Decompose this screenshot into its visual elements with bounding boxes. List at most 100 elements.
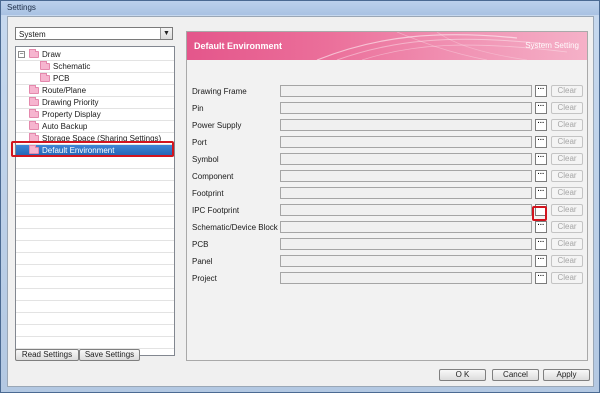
tree-item[interactable]: − Draw [16, 49, 174, 61]
setting-row: Panel ··· Clear [187, 253, 587, 270]
browse-highlight-frame [532, 206, 547, 221]
tree-empty-row [16, 229, 174, 241]
tree-empty-row [16, 337, 174, 349]
setting-path-field[interactable] [280, 85, 532, 97]
clear-button[interactable]: Clear [551, 85, 583, 97]
clear-button[interactable]: Clear [551, 221, 583, 233]
clear-button[interactable]: Clear [551, 255, 583, 267]
tree-item[interactable]: Auto Backup [16, 121, 174, 133]
tree-empty-row [16, 241, 174, 253]
clear-button[interactable]: Clear [551, 102, 583, 114]
setting-row: Port ··· Clear [187, 134, 587, 151]
setting-label: Project [192, 274, 217, 283]
folder-icon [29, 97, 39, 106]
folder-icon [29, 85, 39, 94]
apply-button[interactable]: Apply [543, 369, 590, 381]
browse-button[interactable]: ··· [535, 119, 547, 131]
setting-label: IPC Footprint [192, 206, 240, 215]
setting-path-field[interactable] [280, 238, 532, 250]
tree-item[interactable]: PCB [16, 73, 174, 85]
setting-row: Schematic/Device Block ··· Clear [187, 219, 587, 236]
dialog-client: System ▼ − Draw Schematic PCB Route/Plane Dra… [7, 16, 594, 387]
setting-row: Symbol ··· Clear [187, 151, 587, 168]
folder-icon [29, 109, 39, 118]
setting-path-field[interactable] [280, 102, 532, 114]
setting-path-field[interactable] [280, 119, 532, 131]
setting-row: Project ··· Clear [187, 270, 587, 287]
setting-path-field[interactable] [280, 153, 532, 165]
settings-window: Settings System ▼ − Draw Schematic PCB Route… [0, 0, 600, 393]
folder-icon [29, 121, 39, 130]
browse-button[interactable]: ··· [535, 238, 547, 250]
browse-button[interactable]: ··· [535, 221, 547, 233]
setting-path-field[interactable] [280, 136, 532, 148]
setting-row: PCB ··· Clear [187, 236, 587, 253]
tree-item[interactable]: Drawing Priority [16, 97, 174, 109]
folder-icon [40, 73, 50, 82]
tree-item[interactable]: Property Display [16, 109, 174, 121]
clear-button[interactable]: Clear [551, 272, 583, 284]
tree-empty-row [16, 289, 174, 301]
tree-empty-row [16, 193, 174, 205]
setting-row: Power Supply ··· Clear [187, 117, 587, 134]
setting-label: Symbol [192, 155, 219, 164]
tree-empty-row [16, 205, 174, 217]
tree-empty-row [16, 217, 174, 229]
setting-path-field[interactable] [280, 255, 532, 267]
tree-empty-row [16, 325, 174, 337]
clear-button[interactable]: Clear [551, 204, 583, 216]
clear-button[interactable]: Clear [551, 170, 583, 182]
save-settings-button[interactable]: Save Settings [79, 349, 140, 361]
browse-button[interactable]: ··· [535, 272, 547, 284]
setting-row: Footprint ··· Clear [187, 185, 587, 202]
setting-path-field[interactable] [280, 272, 532, 284]
browse-button[interactable]: ··· [535, 85, 547, 97]
window-title: Settings [1, 1, 599, 15]
browse-button[interactable]: ··· [535, 170, 547, 182]
folder-icon [40, 61, 50, 70]
folder-icon [29, 49, 39, 58]
tree-item-label: Schematic [53, 62, 91, 71]
category-select[interactable]: System ▼ [15, 27, 173, 40]
settings-tree: − Draw Schematic PCB Route/Plane Drawing Prio… [15, 46, 175, 356]
tree-item[interactable]: Route/Plane [16, 85, 174, 97]
tree-empty-row [16, 313, 174, 325]
panel-subtitle: System Setting [525, 41, 579, 50]
chevron-down-icon[interactable]: ▼ [160, 28, 172, 39]
tree-item-label: PCB [53, 74, 70, 83]
setting-label: Pin [192, 104, 204, 113]
cancel-button[interactable]: Cancel [492, 369, 539, 381]
browse-button[interactable]: ··· [535, 102, 547, 114]
read-settings-button[interactable]: Read Settings [15, 349, 79, 361]
clear-button[interactable]: Clear [551, 187, 583, 199]
setting-label: Drawing Frame [192, 87, 247, 96]
setting-row: Component ··· Clear [187, 168, 587, 185]
setting-label: Port [192, 138, 207, 147]
panel-title: Default Environment [194, 41, 283, 51]
ok-button[interactable]: O K [439, 369, 486, 381]
setting-path-field[interactable] [280, 221, 532, 233]
clear-button[interactable]: Clear [551, 238, 583, 250]
tree-empty-row [16, 253, 174, 265]
clear-button[interactable]: Clear [551, 153, 583, 165]
setting-label: Footprint [192, 189, 224, 198]
setting-label: Component [192, 172, 234, 181]
setting-path-field[interactable] [280, 204, 532, 216]
tree-item[interactable]: Schematic [16, 61, 174, 73]
clear-button[interactable]: Clear [551, 119, 583, 131]
tree-item-label: Route/Plane [42, 86, 87, 95]
clear-button[interactable]: Clear [551, 136, 583, 148]
tree-item-label: Property Display [42, 110, 101, 119]
setting-path-field[interactable] [280, 187, 532, 199]
browse-button[interactable]: ··· [535, 153, 547, 165]
setting-path-field[interactable] [280, 170, 532, 182]
panel-header: Default Environment System Setting [187, 32, 587, 60]
browse-button[interactable]: ··· [535, 136, 547, 148]
setting-label: Panel [192, 257, 213, 266]
collapse-icon[interactable]: − [18, 51, 25, 58]
tree-empty-row [16, 169, 174, 181]
browse-button[interactable]: ··· [535, 187, 547, 199]
browse-button[interactable]: ··· [535, 255, 547, 267]
category-select-value: System [19, 30, 46, 39]
selection-highlight-frame [11, 141, 174, 157]
